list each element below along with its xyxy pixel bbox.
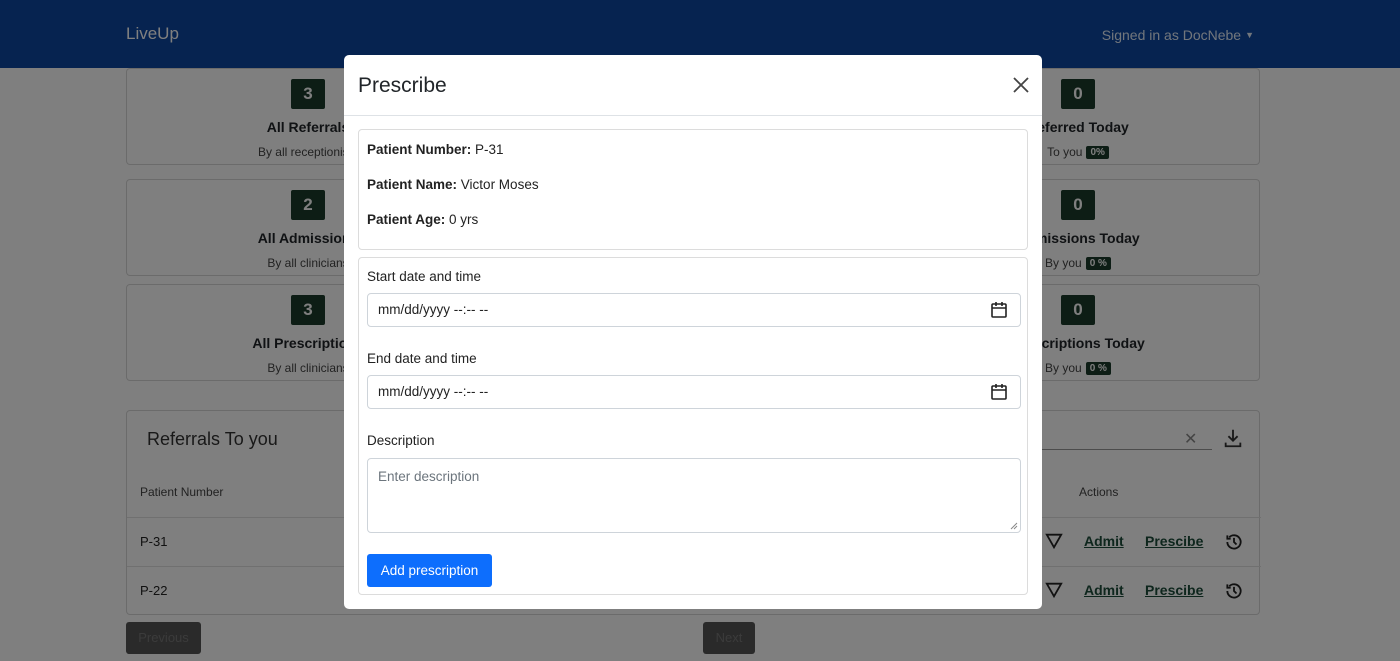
description-label: Description	[367, 433, 435, 448]
prescribe-modal: Prescribe Patient Number: P-31 Patient N…	[344, 55, 1042, 609]
close-icon	[1013, 77, 1029, 93]
add-prescription-button[interactable]: Add prescription	[367, 554, 492, 587]
modal-title: Prescribe	[358, 74, 447, 97]
patient-number-value: P-31	[475, 142, 504, 157]
patient-name-line: Patient Name: Victor Moses	[367, 177, 539, 192]
start-datetime-value: mm/dd/yyyy --:-- --	[378, 302, 489, 317]
patient-name-value: Victor Moses	[460, 177, 539, 192]
description-placeholder: Enter description	[378, 469, 480, 484]
calendar-icon[interactable]	[990, 383, 1008, 401]
resize-grip-icon[interactable]	[1010, 522, 1018, 530]
prescription-form: Start date and time mm/dd/yyyy --:-- -- …	[358, 257, 1028, 595]
patient-info: Patient Number: P-31 Patient Name: Victo…	[358, 129, 1028, 250]
end-datetime-value: mm/dd/yyyy --:-- --	[378, 384, 489, 399]
description-textarea[interactable]: Enter description	[367, 458, 1021, 533]
end-date-label: End date and time	[367, 351, 477, 366]
patient-number-line: Patient Number: P-31	[367, 142, 504, 157]
modal-header: Prescribe	[344, 55, 1042, 116]
end-datetime-input[interactable]: mm/dd/yyyy --:-- --	[367, 375, 1021, 409]
start-datetime-input[interactable]: mm/dd/yyyy --:-- --	[367, 293, 1021, 327]
patient-age-line: Patient Age: 0 yrs	[367, 212, 479, 227]
close-button[interactable]	[1010, 74, 1032, 96]
start-date-label: Start date and time	[367, 269, 482, 284]
calendar-icon[interactable]	[990, 301, 1008, 319]
patient-age-value: 0 yrs	[449, 212, 479, 227]
